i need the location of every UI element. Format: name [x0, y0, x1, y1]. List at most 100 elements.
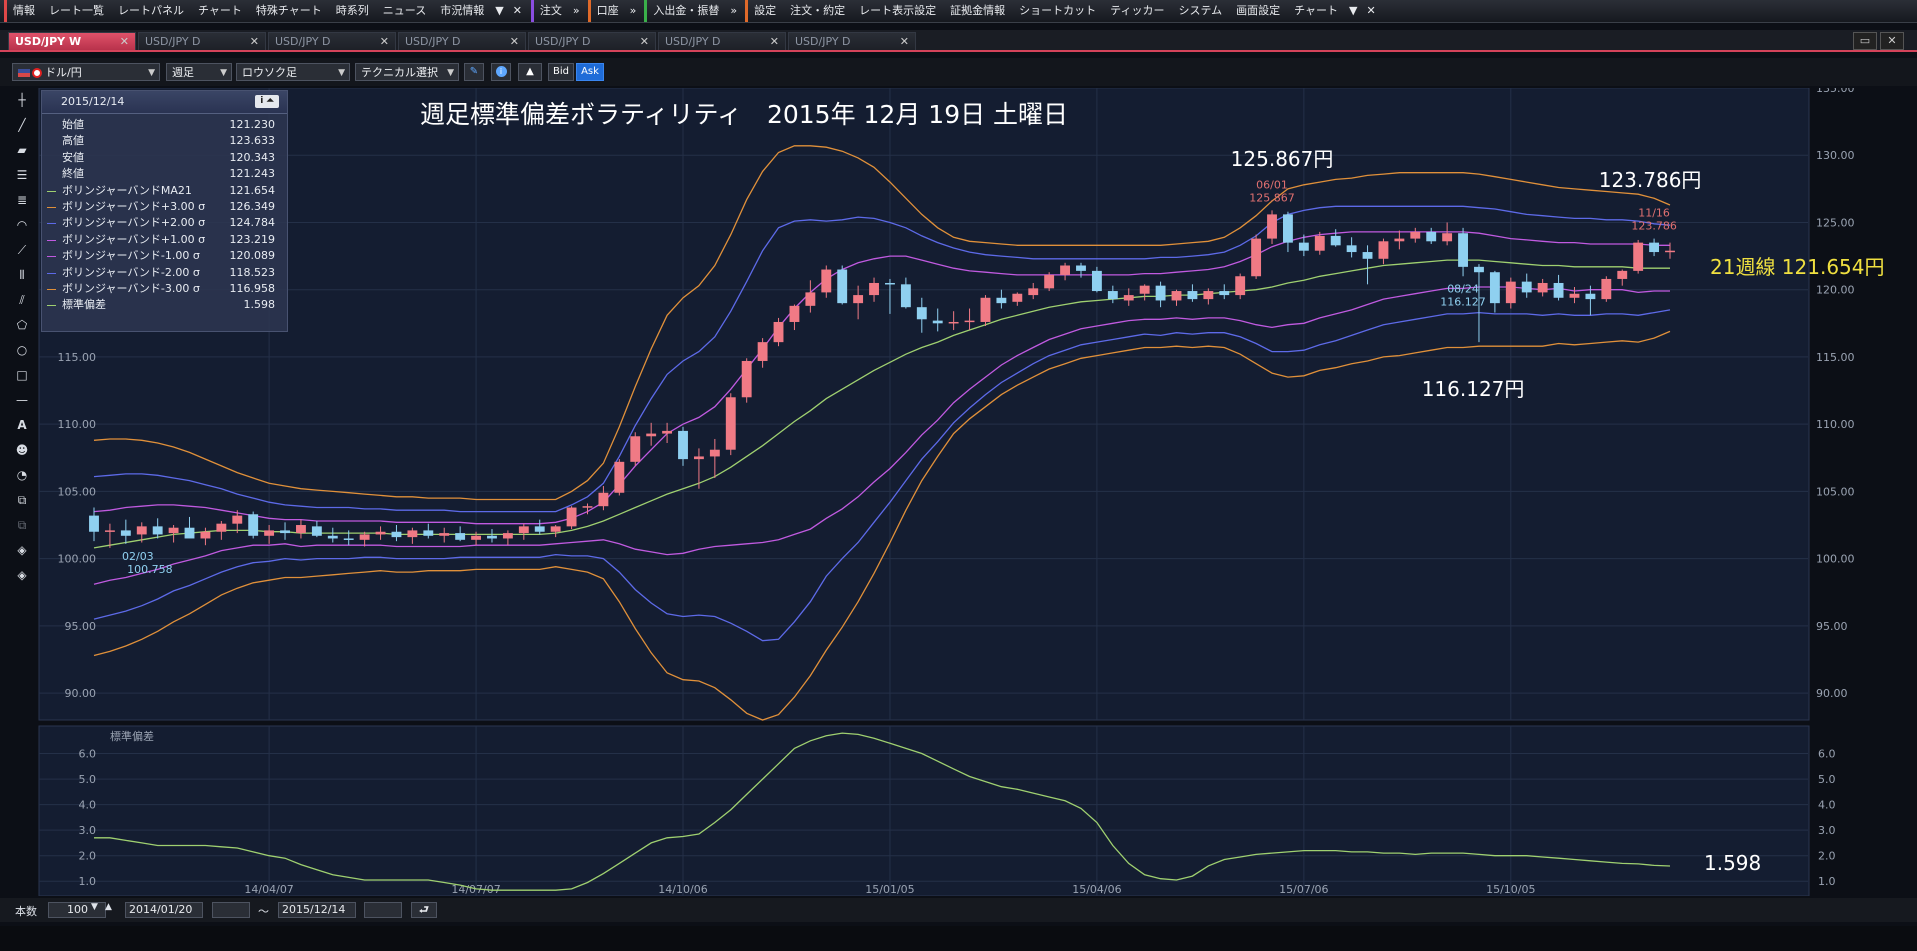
- currency-pair-select[interactable]: ドル/円 ▼: [12, 63, 160, 81]
- candle-body: [837, 269, 848, 304]
- crosshair-tool-icon[interactable]: ┼: [12, 90, 32, 110]
- close-window-button[interactable]: ✕: [1880, 32, 1904, 50]
- technical-select[interactable]: テクニカル選択 ▼: [355, 63, 459, 81]
- tab-close-icon[interactable]: ✕: [250, 33, 259, 51]
- info-row-label: ボリンジャーバンド-1.00 σ: [62, 249, 200, 263]
- candle-body: [487, 535, 497, 539]
- menu-item-4[interactable]: 特殊チャート: [249, 0, 329, 22]
- chart-tab-6[interactable]: USD/JPY D ✕: [788, 32, 916, 50]
- candle-body: [662, 430, 673, 434]
- sub-y-tick-left: 4.0: [79, 799, 97, 812]
- line-color-swatch: [47, 223, 56, 225]
- pitchfork-tool-icon[interactable]: ⫽: [12, 290, 32, 310]
- horizontal-lines-tool-icon[interactable]: ☰: [12, 165, 32, 185]
- fan-tool-icon[interactable]: ⟋: [12, 240, 32, 260]
- erase-all-tool-icon[interactable]: ◈: [12, 565, 32, 585]
- line-color-swatch: [47, 272, 56, 274]
- x-tick-label: 15/07/06: [1279, 883, 1328, 896]
- menu-close-icon[interactable]: ✕: [508, 0, 527, 22]
- count-down-icon[interactable]: ▼: [91, 902, 98, 912]
- menu-item-0[interactable]: 情報: [4, 0, 42, 22]
- y-tick-label-right: 100.00: [1816, 553, 1855, 566]
- menu-item-16[interactable]: ティッカー: [1103, 0, 1171, 22]
- info-panel-toggle-icon[interactable]: i ⏶: [255, 95, 279, 108]
- info-button[interactable]: i: [491, 63, 511, 81]
- chart-tab-1[interactable]: USD/JPY D ✕: [138, 32, 266, 50]
- start-time-input[interactable]: [212, 902, 250, 918]
- menu-item-7[interactable]: 市況情報: [433, 0, 491, 22]
- menu-item-6[interactable]: ニュース: [376, 0, 433, 22]
- menu-dropdown-icon[interactable]: ▼: [491, 0, 507, 22]
- menu-close-icon[interactable]: ✕: [1362, 0, 1381, 22]
- count-value: 100: [67, 903, 88, 916]
- chart-tab-3[interactable]: USD/JPY D ✕: [398, 32, 526, 50]
- start-date-input[interactable]: 2014/01/20: [125, 902, 203, 918]
- bid-button[interactable]: Bid: [548, 63, 574, 81]
- copy-tool-icon[interactable]: ⧉: [12, 490, 32, 510]
- chart-tab-2[interactable]: USD/JPY D ✕: [268, 32, 396, 50]
- line-tool-icon[interactable]: —: [12, 390, 32, 410]
- sub-y-tick-left: 2.0: [79, 850, 97, 863]
- candle-body: [200, 531, 211, 539]
- chart-style-select[interactable]: ロウソク足 ▼: [236, 63, 350, 81]
- menu-overflow-icon[interactable]: »: [726, 0, 741, 22]
- menu-item-18[interactable]: 画面設定: [1229, 0, 1287, 22]
- menu-item-1[interactable]: レート一覧: [42, 0, 111, 22]
- chart-tab-4[interactable]: USD/JPY D ✕: [528, 32, 656, 50]
- y-tick-label-right: 120.00: [1816, 284, 1855, 297]
- menu-item-8[interactable]: 注文: [530, 0, 569, 22]
- draw-pen-button[interactable]: ✎: [464, 63, 484, 81]
- end-time-input[interactable]: [364, 902, 402, 918]
- chart-tab-0[interactable]: USD/JPY W ✕: [8, 32, 136, 50]
- info-row-value: 121.654: [229, 183, 276, 197]
- candle-body: [1044, 274, 1055, 289]
- arc-tool-icon[interactable]: ◠: [12, 215, 32, 235]
- paste-tool-icon[interactable]: ⧉: [12, 515, 32, 535]
- text-tool-icon[interactable]: A: [12, 415, 32, 435]
- menu-item-15[interactable]: ショートカット: [1012, 0, 1103, 22]
- menu-item-9[interactable]: 口座: [587, 0, 626, 22]
- fibonacci-tool-icon[interactable]: ≣: [12, 190, 32, 210]
- pentagon-tool-icon[interactable]: ⬠: [12, 315, 32, 335]
- rectangle-tool-icon[interactable]: □: [12, 365, 32, 385]
- end-date-input[interactable]: 2015/12/14: [278, 902, 356, 918]
- tab-close-icon[interactable]: ✕: [770, 33, 779, 51]
- tab-close-icon[interactable]: ✕: [510, 33, 519, 51]
- vertical-lines-tool-icon[interactable]: ⦀: [12, 265, 32, 285]
- apply-range-button[interactable]: ⮐: [411, 902, 437, 918]
- restore-window-button[interactable]: ▭: [1853, 32, 1877, 50]
- count-up-icon[interactable]: ▲: [105, 902, 112, 912]
- menu-overflow-icon[interactable]: »: [569, 0, 584, 22]
- chart-type-button[interactable]: ▲: [518, 63, 542, 81]
- menu-item-14[interactable]: 証拠金情報: [943, 0, 1012, 22]
- chart-tab-bar: ▭ ✕ USD/JPY W ✕ USD/JPY D ✕ USD/JPY D ✕ USD/JP…: [0, 30, 1917, 52]
- tab-close-icon[interactable]: ✕: [380, 33, 389, 51]
- menu-item-3[interactable]: チャート: [191, 0, 249, 22]
- chart-svg[interactable]: 90.00 90.00 95.00 95.00 100.00 100.00 105.00 10…: [38, 88, 1917, 896]
- menu-dropdown-icon[interactable]: ▼: [1345, 0, 1361, 22]
- period-select[interactable]: 週足 ▼: [166, 63, 232, 81]
- ruler-tool-icon[interactable]: ▰: [12, 140, 32, 160]
- pointer-tool-icon[interactable]: ◔: [12, 465, 32, 485]
- tab-close-icon[interactable]: ✕: [640, 33, 649, 51]
- menu-item-12[interactable]: 注文・約定: [783, 0, 852, 22]
- menu-item-17[interactable]: システム: [1171, 0, 1229, 22]
- ask-button[interactable]: Ask: [576, 63, 604, 81]
- menu-overflow-icon[interactable]: »: [626, 0, 641, 22]
- trendline-tool-icon[interactable]: ╱: [12, 115, 32, 135]
- y-tick-label-right: 130.00: [1816, 149, 1855, 162]
- menu-item-11[interactable]: 設定: [745, 0, 783, 22]
- info-row: ボリンジャーバンドMA21 121.654: [42, 183, 287, 199]
- chart-tab-5[interactable]: USD/JPY D ✕: [658, 32, 786, 50]
- tab-close-icon[interactable]: ✕: [900, 33, 909, 51]
- tab-close-icon[interactable]: ✕: [120, 33, 129, 51]
- menu-item-2[interactable]: レートパネル: [111, 0, 191, 22]
- menu-item-19[interactable]: チャート: [1287, 0, 1345, 22]
- circle-tool-icon[interactable]: ○: [12, 340, 32, 360]
- eraser-tool-icon[interactable]: ◈: [12, 540, 32, 560]
- stamp-icon-tool-icon[interactable]: ☻: [12, 440, 32, 460]
- menu-item-5[interactable]: 時系列: [329, 0, 376, 22]
- candle-body: [1123, 295, 1134, 301]
- menu-item-10[interactable]: 入出金・振替: [644, 0, 726, 22]
- menu-item-13[interactable]: レート表示設定: [852, 0, 943, 22]
